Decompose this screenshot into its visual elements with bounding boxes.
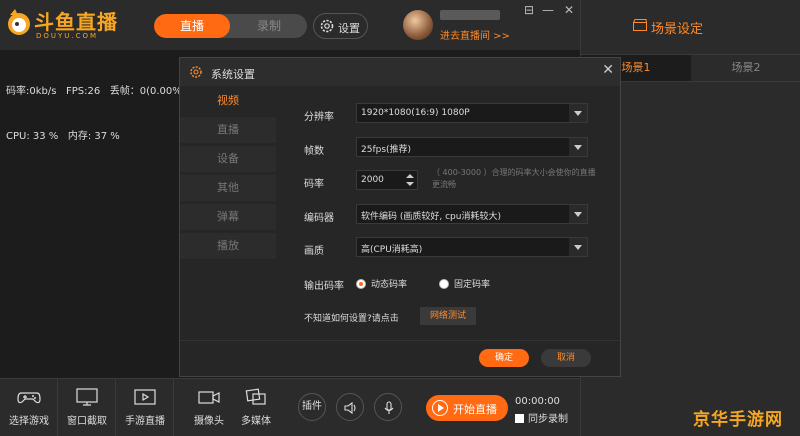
nav-playback[interactable]: 播放 xyxy=(180,233,276,259)
tab-scene-2[interactable]: 场景2 xyxy=(691,55,800,81)
site-watermark: 京华手游网 xyxy=(693,410,783,430)
plugin-button[interactable]: 插件 xyxy=(298,393,326,421)
settings-nav: 视频 直播 设备 其他 弹幕 播放 xyxy=(180,86,278,266)
camera-icon xyxy=(198,391,220,404)
stats-line-1: 码率:0kb/s FPS:26 丢帧：0(0.00%) xyxy=(6,86,186,97)
chevron-down-icon xyxy=(569,138,587,156)
brand-name: 斗鱼直播 xyxy=(34,10,118,34)
fish-logo-icon xyxy=(8,9,30,35)
start-live-label: 开始直播 xyxy=(453,403,497,416)
gear-icon xyxy=(190,66,202,78)
brand-sub: DOUYU.COM xyxy=(36,32,99,40)
clapperboard-icon xyxy=(633,19,647,31)
close-icon[interactable]: ✕ xyxy=(602,62,614,78)
fps-select[interactable]: 25fps(推荐) xyxy=(356,137,588,157)
scene-title: 场景设定 xyxy=(651,22,704,37)
monitor-icon xyxy=(76,388,98,406)
radio-fixed-bitrate[interactable]: 固定码率 xyxy=(439,277,490,290)
radio-dot[interactable] xyxy=(356,279,366,289)
nav-danmaku[interactable]: 弹幕 xyxy=(180,204,276,230)
nav-live[interactable]: 直播 xyxy=(180,117,276,143)
cancel-button[interactable]: 取消 xyxy=(541,349,591,367)
mode-record-tab[interactable]: 录制 xyxy=(231,14,307,38)
chevron-down-icon xyxy=(569,104,587,122)
nav-device[interactable]: 设备 xyxy=(180,146,276,172)
resolution-select[interactable]: 1920*1080(16:9) 1080P xyxy=(356,103,588,123)
multimedia-button[interactable]: 多媒体 xyxy=(227,379,285,436)
dialog-header: 系统设置 ✕ xyxy=(180,58,620,86)
mobile-live-label: 手游直播 xyxy=(125,416,165,427)
quality-value: 高(CPU消耗高) xyxy=(361,245,423,255)
nav-other[interactable]: 其他 xyxy=(180,175,276,201)
start-live-button[interactable]: 开始直播 xyxy=(426,395,508,421)
window-capture-label: 窗口截取 xyxy=(67,416,107,427)
quality-select[interactable]: 高(CPU消耗高) xyxy=(356,237,588,257)
system-settings-dialog: 系统设置 ✕ 视频 直播 设备 其他 弹幕 播放 分辨率 1920*1080(1… xyxy=(179,57,621,377)
sync-record-checkbox[interactable]: 同步录制 xyxy=(515,410,568,425)
encoder-label: 编码器 xyxy=(304,213,334,224)
resolution-label: 分辨率 xyxy=(304,112,334,123)
enter-room-link[interactable]: 进去直播间 >> xyxy=(440,27,510,42)
douyu-logo: 斗鱼直播 DOUYU.COM xyxy=(6,5,136,45)
bitrate-value: 2000 xyxy=(361,175,384,185)
select-game-label: 选择游戏 xyxy=(9,416,49,427)
microphone-button[interactable] xyxy=(374,393,402,421)
divider xyxy=(180,340,620,341)
gamepad-icon xyxy=(17,392,41,404)
close-icon[interactable]: ✕ xyxy=(561,3,577,17)
quality-label: 画质 xyxy=(304,246,324,257)
chevron-down-icon xyxy=(569,205,587,223)
pin-icon[interactable]: ⊟ xyxy=(521,3,537,17)
live-timer: 00:00:00 xyxy=(515,396,560,407)
dialog-title: 系统设置 xyxy=(211,68,255,81)
mode-live-tab[interactable]: 直播 xyxy=(154,14,230,38)
fps-label: 帧数 xyxy=(304,146,324,157)
fixed-bitrate-label: 固定码率 xyxy=(454,280,491,290)
checkbox-box[interactable] xyxy=(515,414,524,423)
user-name-masked xyxy=(440,10,500,20)
dynamic-bitrate-label: 动态码率 xyxy=(371,280,408,290)
settings-button[interactable]: 设置 xyxy=(313,13,368,39)
minimize-icon[interactable]: — xyxy=(540,3,556,17)
sync-record-label: 同步录制 xyxy=(528,414,568,425)
settings-label: 设置 xyxy=(338,22,360,35)
encoder-select[interactable]: 软件编码 (画质较好, cpu消耗较大) xyxy=(356,204,588,224)
volume-button[interactable] xyxy=(336,393,364,421)
nav-video[interactable]: 视频 xyxy=(180,88,276,114)
gear-icon xyxy=(320,19,334,33)
media-icon xyxy=(245,388,266,405)
mobile-live-button[interactable]: 手游直播 xyxy=(116,379,174,436)
microphone-icon xyxy=(384,401,394,414)
multimedia-label: 多媒体 xyxy=(241,416,271,427)
stream-stats: 码率:0kb/s FPS:26 丢帧：0(0.00%) CPU: 33 % 内存… xyxy=(6,54,186,159)
output-bitrate-label: 输出码率 xyxy=(304,281,344,292)
video-play-icon xyxy=(134,389,156,405)
help-text: 不知道如何设置?请点击 xyxy=(304,314,399,324)
window-capture-button[interactable]: 窗口截取 xyxy=(58,379,116,436)
play-icon xyxy=(432,400,448,416)
mode-switch: 直播 录制 xyxy=(154,14,307,38)
stats-line-2: CPU: 33 % 内存: 37 % xyxy=(6,131,120,142)
avatar[interactable] xyxy=(403,10,433,40)
resolution-value: 1920*1080(16:9) 1080P xyxy=(361,108,470,118)
chevron-down-icon xyxy=(569,238,587,256)
bitrate-label: 码率 xyxy=(304,179,324,190)
encoder-value: 软件编码 (画质较好, cpu消耗较大) xyxy=(361,212,501,222)
radio-dynamic-bitrate[interactable]: 动态码率 xyxy=(356,277,407,290)
stepper-down-icon[interactable] xyxy=(405,180,415,188)
bottom-toolbar: 选择游戏 窗口截取 手游直播 摄像头 多媒体 插件 开始直播 00:00:00 … xyxy=(0,378,580,436)
network-test-button[interactable]: 网络测试 xyxy=(420,307,476,325)
bitrate-hint: （ 400-3000 ）合理的码率大小会使你的直播更流畅 xyxy=(432,168,596,189)
speaker-icon xyxy=(344,401,356,415)
radio-dot[interactable] xyxy=(439,279,449,289)
stepper-up-icon[interactable] xyxy=(405,172,415,180)
bitrate-stepper[interactable]: 2000 xyxy=(356,170,418,190)
confirm-button[interactable]: 确定 xyxy=(479,349,529,367)
fps-value: 25fps(推荐) xyxy=(361,145,412,155)
select-game-button[interactable]: 选择游戏 xyxy=(0,379,58,436)
